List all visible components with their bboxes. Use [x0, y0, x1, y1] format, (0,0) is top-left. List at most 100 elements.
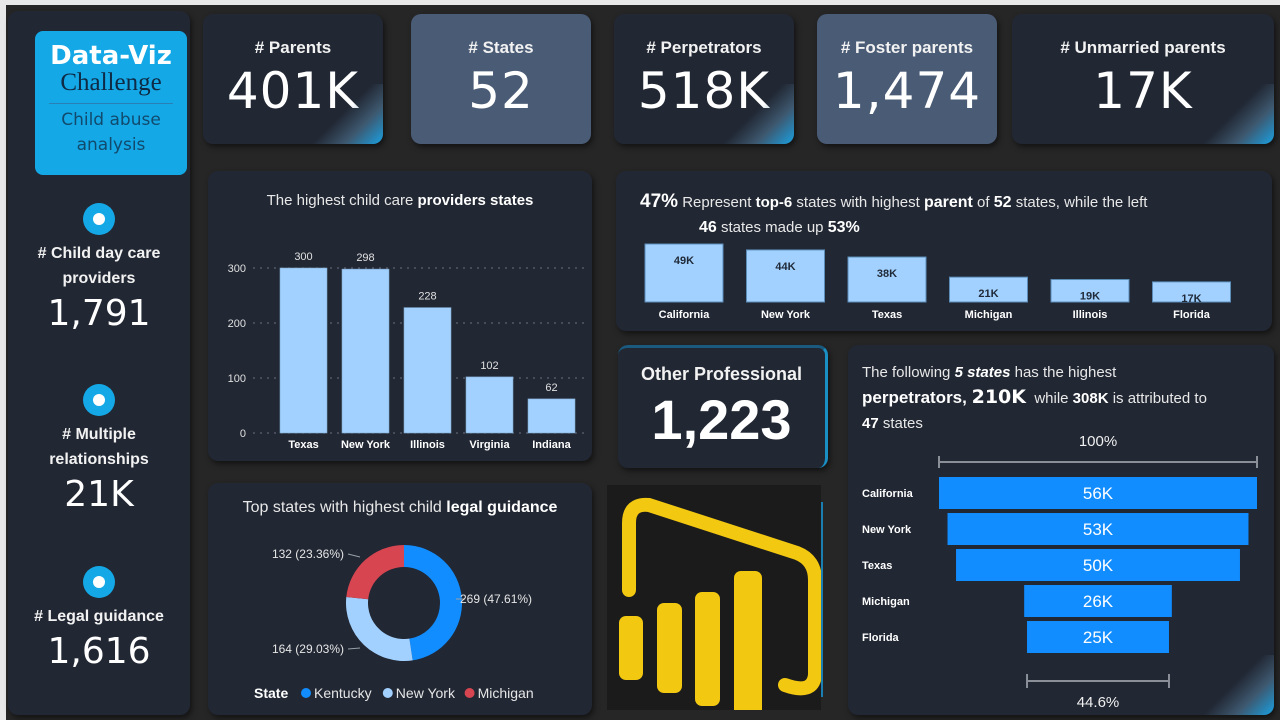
headline-part: has the highest: [1010, 364, 1117, 381]
bar: [279, 267, 328, 434]
kpi-label-line1: # Child day care: [37, 245, 161, 262]
data-label: 38K: [877, 268, 897, 280]
circle-dot-icon: [83, 203, 115, 235]
providers-chart-card: The highest child care providers states …: [208, 171, 592, 461]
kpi-value: 401K: [226, 62, 360, 120]
kpi-value: 21K: [64, 474, 134, 515]
kpi-value: 52: [468, 62, 534, 120]
bar: [746, 249, 825, 303]
kpi-label: # Parents: [254, 38, 332, 57]
kpi-label: # Legal guidance: [34, 608, 164, 625]
kpi-value: 1,791: [47, 293, 151, 334]
leader-line: [347, 553, 361, 558]
legend-title: State: [254, 685, 288, 701]
kpi-label: Other Professional: [640, 364, 803, 384]
data-label: 56K: [1083, 484, 1114, 503]
headline-part: 46: [699, 219, 717, 236]
headline-part: is attributed to: [1108, 390, 1207, 407]
data-label: 44K: [775, 261, 795, 273]
circle-dot-icon: [83, 566, 115, 598]
logo-desc-line2: analysis: [76, 135, 146, 155]
logo-description: Child abuse analysis: [35, 108, 187, 158]
slice-label: 132 (23.36%): [272, 547, 344, 561]
power-bi-logo: [607, 485, 822, 719]
headline-part: 53%: [827, 219, 860, 236]
panel-edge: [821, 502, 823, 697]
legend-marker: [382, 688, 393, 698]
kpi-card-perpetrators: # Perpetrators 518K: [614, 14, 794, 144]
legend-label: Kentucky: [314, 685, 372, 701]
x-tick-label: New York: [761, 309, 811, 321]
slice-label: 269 (47.61%): [460, 592, 532, 606]
headline-part: 52: [993, 194, 1012, 211]
headline-part: perpetrators,: [862, 388, 972, 407]
kpi-label-line1: # Multiple: [62, 426, 136, 443]
kpi-value: 1,616: [47, 631, 151, 672]
kpi-label: # States: [468, 38, 534, 57]
kpi-label: # Foster parents: [840, 38, 974, 57]
parents-bar-chart: 49K California 44K New York 38K Texas 21K Michi…: [644, 243, 1231, 321]
x-tick-label: Michigan: [965, 309, 1013, 321]
data-label: 53K: [1083, 520, 1114, 539]
x-tick-label: California: [659, 309, 711, 321]
kpi-multiple-relationships: # Multiple relationships 21K: [8, 384, 190, 515]
bar: [403, 307, 452, 434]
headline-part: 308K: [1072, 390, 1109, 407]
headline-part: The following: [862, 364, 955, 381]
data-label: 228: [418, 291, 436, 303]
kpi-legal-guidance: # Legal guidance 1,616: [8, 566, 190, 672]
kpi-child-day-care-providers: # Child day care providers 1,791: [8, 203, 190, 334]
parents-headline: 47% Represent top-6 states with highest …: [640, 189, 1147, 240]
data-label: 300: [294, 251, 312, 263]
challenge-logo: Data-Viz Challenge Child abuse analysis: [35, 31, 187, 175]
kpi-card-other-professional: Other Professional 1,223: [618, 345, 828, 468]
kpi-card-parents: # Parents 401K: [203, 14, 383, 144]
headline-part: 47%: [640, 191, 679, 212]
bottom-percent-label: 44.6%: [1077, 694, 1120, 707]
x-tick-label: Texas: [288, 439, 318, 451]
logo-title: Data-Viz: [50, 41, 172, 71]
data-label: 25K: [1083, 628, 1114, 647]
y-tick-label: 300: [228, 263, 246, 275]
kpi-label: # Multiple relationships: [8, 422, 190, 472]
logo-divider: [49, 103, 173, 104]
bar: [465, 376, 514, 434]
headline-part: Represent: [678, 194, 756, 211]
kpi-label: # Perpetrators: [646, 38, 762, 57]
headline-part: parent: [923, 194, 973, 211]
slice-label: 164 (29.03%): [272, 642, 344, 656]
legal-guidance-chart-card: Top states with highest child legal guid…: [208, 483, 592, 715]
kpi-card-unmarried-parents: # Unmarried parents 17K: [1012, 14, 1274, 144]
legend-label: Michigan: [478, 685, 534, 701]
kpi-label: # Unmarried parents: [1060, 38, 1226, 57]
kpi-value: 1,223: [651, 388, 792, 451]
bar: [527, 398, 576, 434]
headline-part: states, while the left: [1011, 194, 1148, 211]
kpi-value: 17K: [1093, 62, 1193, 120]
legend-marker: [301, 688, 311, 698]
kpi-value: 1,474: [832, 62, 982, 120]
x-tick-label: Indiana: [532, 439, 571, 451]
headline-part: states with highest: [792, 194, 924, 211]
donut-slice: [346, 597, 413, 661]
headline-part: of: [972, 194, 994, 211]
kpi-value: 518K: [637, 62, 771, 120]
donut-slice: [346, 545, 404, 600]
x-tick-label: Florida: [1173, 309, 1211, 321]
kpi-card-foster-parents: # Foster parents 1,474: [817, 14, 997, 144]
logo-subtitle: Challenge: [60, 69, 162, 96]
data-label: 298: [356, 252, 374, 264]
top-percent-label: 100%: [1079, 433, 1117, 450]
bar: [644, 243, 724, 303]
circle-dot-icon: [83, 384, 115, 416]
data-label: 49K: [674, 255, 694, 267]
x-tick-label: Illinois: [1073, 309, 1108, 321]
headline-part: states made up: [716, 219, 828, 236]
y-tick-label: 100: [228, 373, 246, 385]
perpetrators-funnel-chart: 100% 56K California 53K New York 50K Texas 26K M…: [862, 433, 1258, 707]
perpetrators-headline: The following 5 states has the highest p…: [862, 360, 1207, 436]
headline-part: top-6: [755, 194, 793, 211]
legend-label: New York: [396, 685, 456, 701]
kpi-label: # Child day care providers: [8, 241, 190, 291]
data-label: 62: [545, 382, 557, 394]
